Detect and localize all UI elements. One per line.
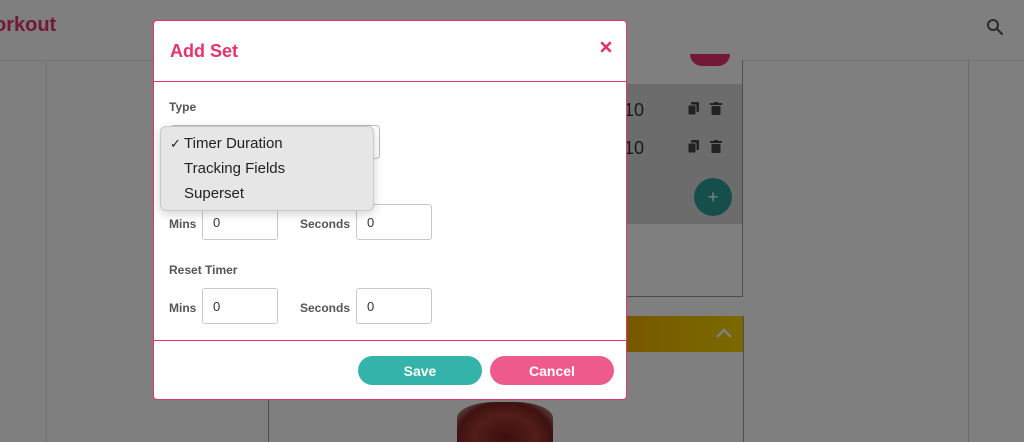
save-button[interactable]: Save — [358, 356, 482, 385]
timer-seconds-label: Seconds — [300, 217, 351, 231]
dropdown-option-timer-duration[interactable]: ✓ Timer Duration — [161, 132, 373, 156]
modal-title: Add Set — [170, 41, 239, 61]
cancel-button[interactable]: Cancel — [490, 356, 614, 385]
dropdown-option-tracking-fields[interactable]: Tracking Fields — [161, 157, 373, 181]
type-label: Type — [169, 100, 197, 114]
reset-seconds-input[interactable] — [356, 288, 432, 324]
modal-header: Add Set — [154, 21, 626, 82]
reset-seconds-label: Seconds — [300, 301, 351, 315]
timer-mins-label: Mins — [169, 217, 197, 231]
checkmark-icon: ✓ — [170, 136, 181, 151]
modal-footer-divider — [154, 340, 626, 341]
option-label: Tracking Fields — [184, 160, 286, 177]
dropdown-option-superset[interactable]: Superset — [161, 182, 373, 206]
type-dropdown-menu: ✓ Timer Duration Tracking Fields Superse… — [160, 126, 374, 211]
option-label: Superset — [184, 185, 245, 202]
close-icon[interactable] — [600, 41, 612, 53]
reset-mins-input[interactable] — [202, 288, 278, 324]
reset-timer-label: Reset Timer — [169, 263, 238, 277]
reset-mins-label: Mins — [169, 301, 197, 315]
option-label: Timer Duration — [184, 135, 283, 152]
